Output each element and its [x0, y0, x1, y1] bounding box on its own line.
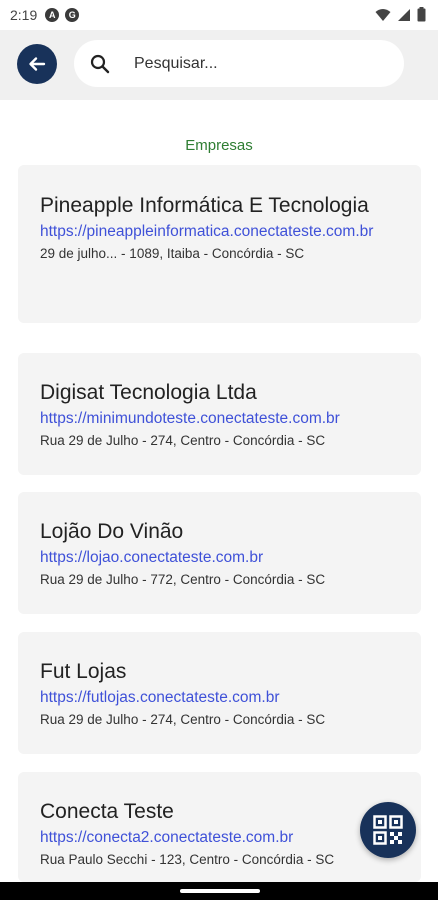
status-bar: 2:19 A G [0, 0, 438, 30]
search-input[interactable] [132, 53, 376, 74]
company-name: Digisat Tecnologia Ltda [40, 381, 257, 404]
company-name: Pineapple Informática E Tecnologia [40, 194, 369, 217]
company-address: Rua 29 de Julho - 274, Centro - Concórdi… [40, 433, 326, 448]
company-url[interactable]: https://lojao.conectateste.com.br [40, 547, 399, 568]
notification-app-icon: A [45, 8, 60, 22]
company-address: Rua Paulo Secchi - 123, Centro - Concórd… [40, 852, 335, 867]
company-address: Rua 29 de Julho - 772, Centro - Concórdi… [40, 572, 326, 587]
company-url[interactable]: https://conecta2.conectateste.com.br [40, 827, 399, 848]
company-url[interactable]: https://minimundoteste.conectateste.com.… [40, 408, 399, 429]
qr-code-scan-button[interactable] [360, 802, 416, 858]
arrow-left-icon [29, 57, 46, 71]
top-app-bar [0, 30, 438, 100]
signal-icon [398, 8, 410, 21]
notification-app-icon: G [65, 8, 80, 22]
back-button[interactable] [17, 44, 57, 84]
company-card[interactable]: Digisat Tecnologia Ltda https://minimund… [18, 353, 421, 475]
status-time: 2:19 [10, 7, 38, 23]
company-address: 29 de julho... - 1089, Itaiba - Concórdi… [40, 246, 305, 261]
company-card[interactable]: Lojão Do Vinão https://lojao.conectatest… [18, 492, 421, 614]
company-card[interactable]: Pineapple Informática E Tecnologia https… [18, 165, 421, 323]
search-icon [90, 54, 110, 73]
section-title: Empresas [185, 137, 253, 154]
company-name: Conecta Teste [40, 800, 174, 823]
battery-icon [417, 7, 426, 22]
status-indicators [375, 7, 426, 22]
company-address: Rua 29 de Julho - 274, Centro - Concórdi… [40, 712, 326, 727]
company-url[interactable]: https://pineappleinformatica.conectatest… [40, 221, 399, 242]
company-url[interactable]: https://futlojas.conectateste.com.br [40, 687, 399, 708]
qr-code-icon [373, 815, 403, 845]
company-card[interactable]: Fut Lojas https://futlojas.conectateste.… [18, 632, 421, 754]
company-name: Lojão Do Vinão [40, 520, 184, 543]
home-indicator[interactable] [180, 889, 260, 893]
search-bar[interactable] [74, 40, 404, 87]
company-name: Fut Lojas [40, 660, 127, 683]
wifi-icon [375, 8, 391, 21]
